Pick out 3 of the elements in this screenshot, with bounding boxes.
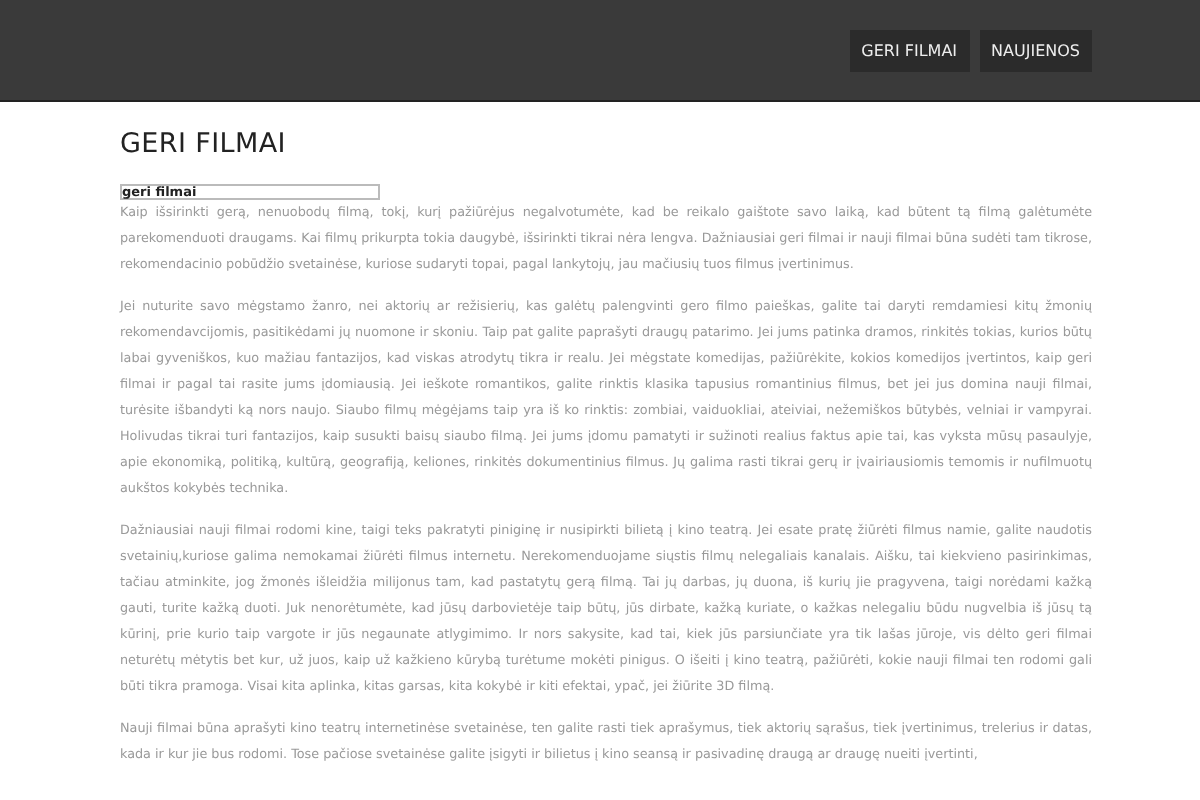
nav-link[interactable]: GERI FILMAI	[849, 29, 970, 71]
nav-link[interactable]: NAUJIENOS	[979, 29, 1092, 71]
page-title: GERI FILMAI	[120, 128, 288, 160]
